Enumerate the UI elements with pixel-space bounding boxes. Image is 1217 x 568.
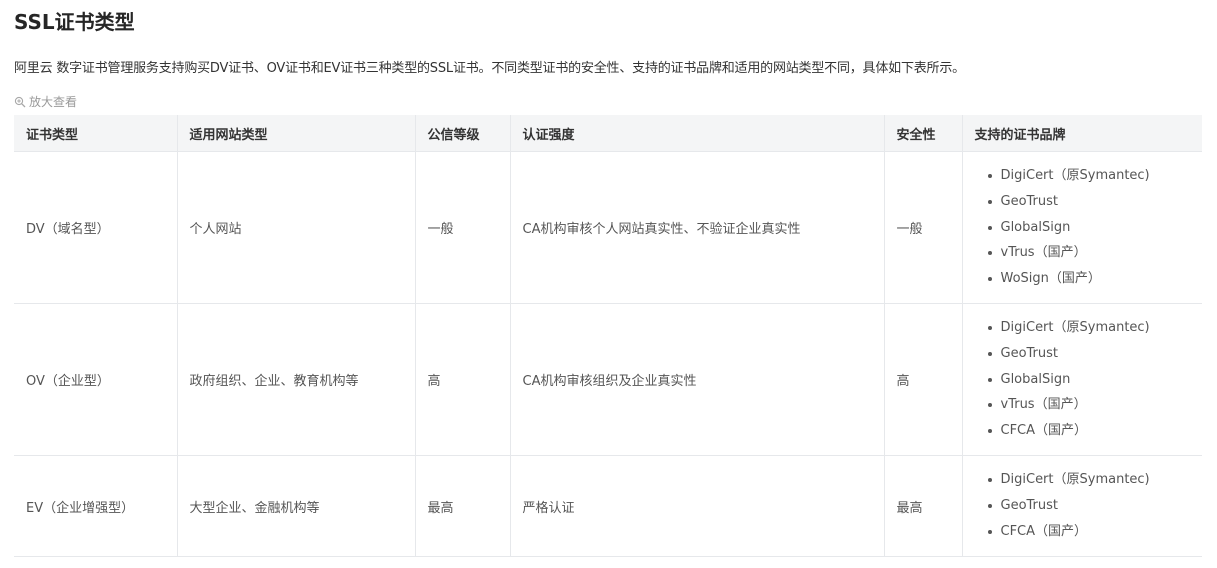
cell-site-type: 政府组织、企业、教育机构等	[177, 303, 416, 456]
cell-auth-strength: CA机构审核组织及企业真实性	[510, 303, 885, 456]
brand-item: GlobalSign	[987, 367, 1191, 393]
header-trust-level: 公信等级	[415, 115, 511, 152]
cell-trust-level: 高	[415, 303, 511, 456]
brand-item: CFCA（国产）	[987, 519, 1191, 545]
table-header-row: 证书类型 适用网站类型 公信等级 认证强度 安全性 支持的证书品牌	[14, 115, 1202, 152]
header-brands: 支持的证书品牌	[962, 115, 1202, 152]
brand-item: CFCA（国产）	[987, 418, 1191, 444]
cell-security: 一般	[884, 151, 963, 304]
header-security: 安全性	[884, 115, 963, 152]
cell-cert-type: DV（域名型）	[14, 151, 178, 304]
cell-site-type: 个人网站	[177, 151, 416, 304]
brand-item: vTrus（国产）	[987, 392, 1191, 418]
cell-trust-level: 最高	[415, 455, 511, 557]
cell-cert-type: EV（企业增强型）	[14, 455, 178, 557]
table-row: EV（企业增强型） 大型企业、金融机构等 最高 严格认证 最高 DigiCert…	[14, 455, 1202, 557]
cell-security: 最高	[884, 455, 963, 557]
header-auth-strength: 认证强度	[510, 115, 885, 152]
cell-auth-strength: CA机构审核个人网站真实性、不验证企业真实性	[510, 151, 885, 304]
brand-item: vTrus（国产）	[987, 240, 1191, 266]
zoom-link[interactable]: 放大查看	[14, 93, 77, 110]
cell-trust-level: 一般	[415, 151, 511, 304]
cell-security: 高	[884, 303, 963, 456]
cell-brands: DigiCert（原Symantec) GeoTrust GlobalSign …	[962, 151, 1202, 304]
brand-item: GeoTrust	[987, 341, 1191, 367]
table-row: OV（企业型） 政府组织、企业、教育机构等 高 CA机构审核组织及企业真实性 高…	[14, 303, 1202, 456]
brand-list: DigiCert（原Symantec) GeoTrust CFCA（国产）	[975, 467, 1191, 544]
brand-item: DigiCert（原Symantec)	[987, 467, 1191, 493]
brand-item: WoSign（国产）	[987, 266, 1191, 292]
brand-item: DigiCert（原Symantec)	[987, 163, 1191, 189]
table-row: DV（域名型） 个人网站 一般 CA机构审核个人网站真实性、不验证企业真实性 一…	[14, 151, 1202, 304]
brand-list: DigiCert（原Symantec) GeoTrust GlobalSign …	[975, 315, 1191, 444]
header-cert-type: 证书类型	[14, 115, 178, 152]
cell-site-type: 大型企业、金融机构等	[177, 455, 416, 557]
cell-cert-type: OV（企业型）	[14, 303, 178, 456]
intro-paragraph: 阿里云 数字证书管理服务支持购买DV证书、OV证书和EV证书三种类型的SSL证书…	[14, 61, 965, 76]
cell-brands: DigiCert（原Symantec) GeoTrust GlobalSign …	[962, 303, 1202, 456]
cell-brands: DigiCert（原Symantec) GeoTrust CFCA（国产）	[962, 455, 1202, 557]
brand-item: GeoTrust	[987, 189, 1191, 215]
cert-type-table: 证书类型 适用网站类型 公信等级 认证强度 安全性 支持的证书品牌 DV（域名型…	[14, 115, 1202, 557]
brand-item: GeoTrust	[987, 493, 1191, 519]
cell-auth-strength: 严格认证	[510, 455, 885, 557]
header-site-type: 适用网站类型	[177, 115, 416, 152]
brand-list: DigiCert（原Symantec) GeoTrust GlobalSign …	[975, 163, 1191, 292]
brand-item: GlobalSign	[987, 215, 1191, 241]
page-title: SSL证书类型	[14, 10, 135, 34]
zoom-label: 放大查看	[29, 95, 78, 109]
zoom-in-icon	[14, 96, 26, 108]
brand-item: DigiCert（原Symantec)	[987, 315, 1191, 341]
